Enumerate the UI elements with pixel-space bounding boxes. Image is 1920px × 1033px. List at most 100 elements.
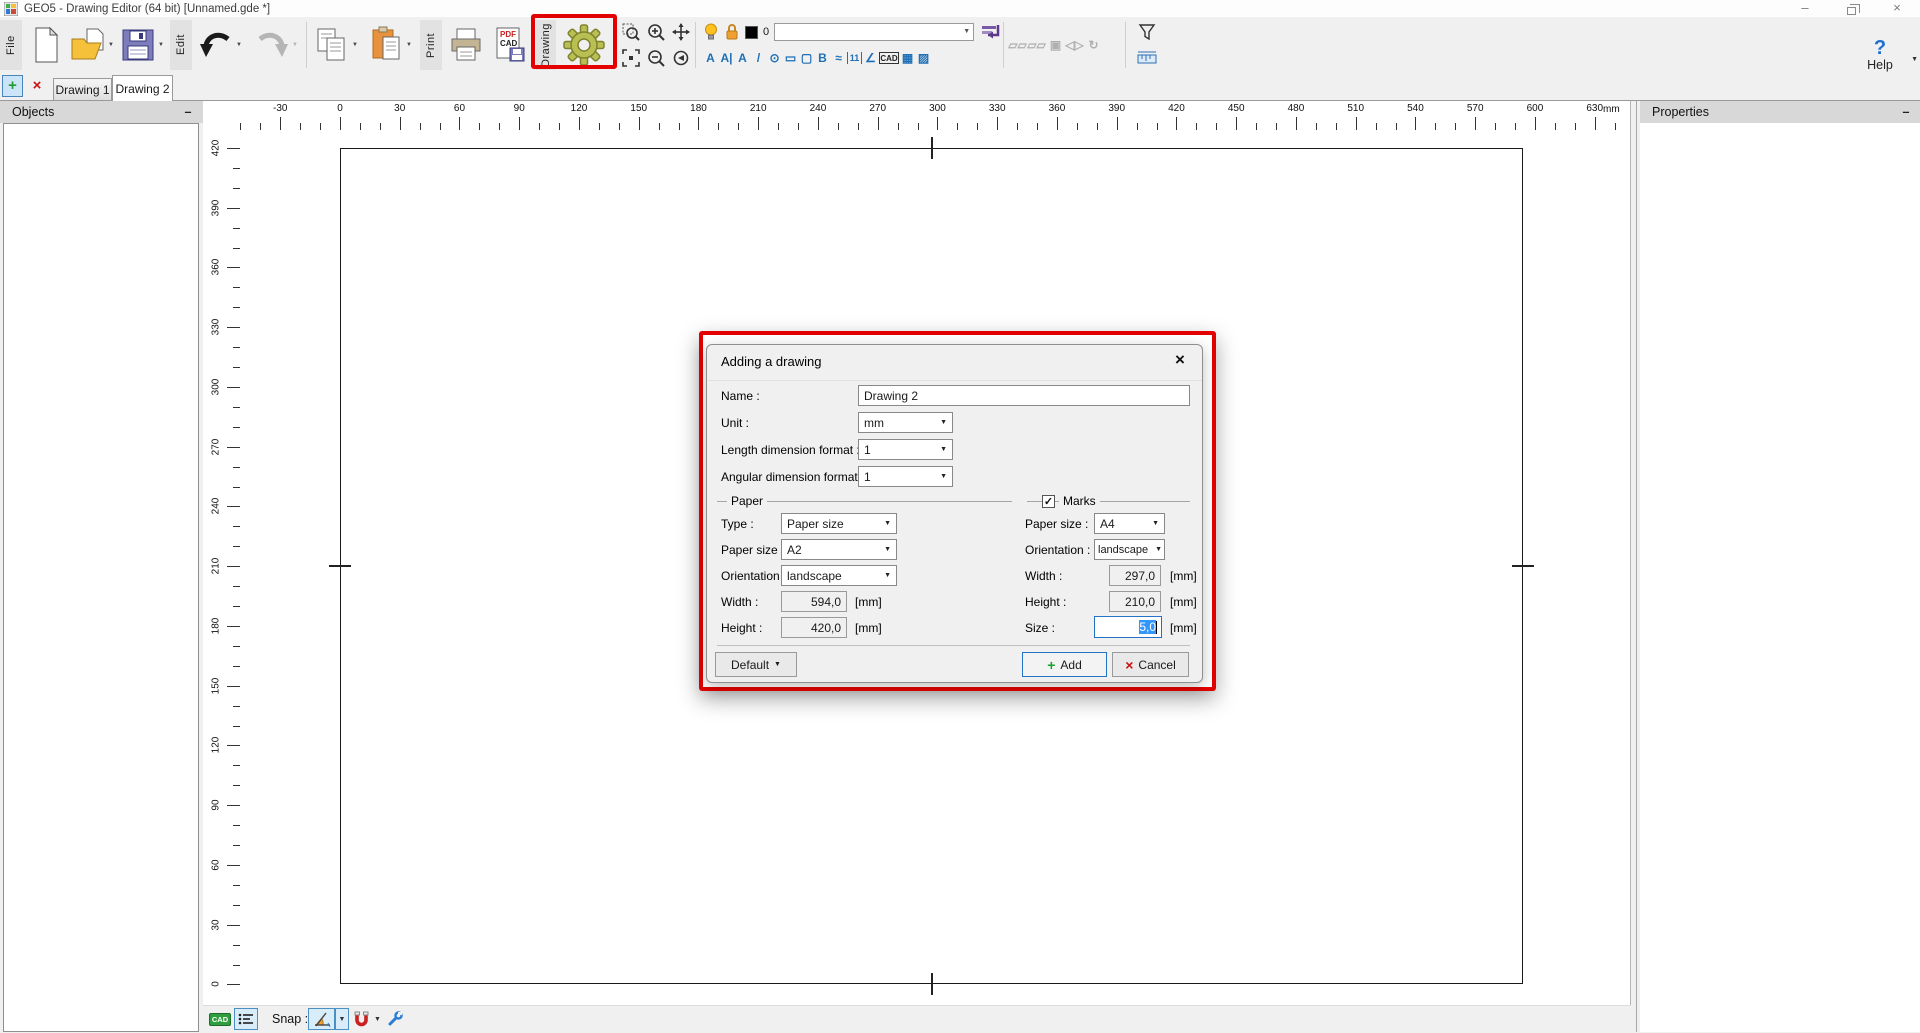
copy-dropdown-arrow[interactable]: ▼ bbox=[352, 42, 358, 48]
vruler-tick bbox=[233, 646, 240, 647]
length-format-select[interactable]: 1 ▼ bbox=[858, 439, 953, 460]
file-menu-button[interactable]: File bbox=[0, 20, 22, 70]
zoom-fit-icon[interactable] bbox=[620, 47, 642, 69]
hruler-tick bbox=[798, 123, 799, 130]
hruler-tick bbox=[1017, 123, 1018, 130]
spline-tool-icon[interactable]: B bbox=[815, 47, 830, 69]
text-style-tool-icon[interactable]: A bbox=[735, 47, 750, 69]
objects-panel-minimize-button[interactable]: – bbox=[180, 101, 196, 123]
save-dropdown-arrow[interactable]: ▼ bbox=[158, 42, 164, 48]
properties-panel-minimize-button[interactable]: – bbox=[1898, 101, 1914, 123]
zoom-out-icon[interactable] bbox=[645, 47, 667, 69]
close-button[interactable]: × bbox=[1882, 0, 1912, 17]
marks-size-input[interactable]: 5,0 bbox=[1094, 616, 1162, 638]
new-file-button[interactable] bbox=[26, 22, 66, 68]
cad-import-icon[interactable]: CAD bbox=[879, 52, 899, 64]
hruler-tick bbox=[778, 123, 779, 130]
close-drawing-tab-button[interactable]: × bbox=[28, 76, 46, 96]
angular-format-select[interactable]: 1 ▼ bbox=[858, 466, 953, 487]
zoom-previous-icon[interactable] bbox=[670, 47, 692, 69]
vruler-tick bbox=[233, 347, 240, 348]
unit-select[interactable]: mm ▼ bbox=[858, 412, 953, 433]
marks-width-field: 297,0 bbox=[1109, 565, 1161, 586]
hruler-tick bbox=[1176, 117, 1177, 130]
paste-button[interactable] bbox=[366, 22, 406, 68]
line-tool-icon[interactable]: / bbox=[751, 47, 766, 69]
undo-dropdown-arrow[interactable]: ▼ bbox=[236, 42, 242, 48]
marks-orientation-select[interactable]: landscape ▼ bbox=[1094, 539, 1165, 560]
visibility-bulb-icon[interactable] bbox=[703, 21, 719, 43]
add-button[interactable]: + Add bbox=[1022, 652, 1107, 677]
pen-style-dropdown-arrow[interactable]: ▼ bbox=[963, 28, 970, 35]
hruler-tick bbox=[1356, 117, 1357, 130]
dialog-close-icon[interactable]: × bbox=[1175, 350, 1185, 370]
settings-wrench-button[interactable] bbox=[387, 1011, 403, 1032]
pan-icon[interactable] bbox=[670, 21, 692, 43]
paper-orientation-select[interactable]: landscape ▼ bbox=[781, 565, 897, 586]
hruler-tick bbox=[1097, 123, 1098, 130]
multiline-tool-icon[interactable]: ≈ bbox=[831, 47, 846, 69]
vruler-tick bbox=[227, 327, 240, 328]
polygon-tool-icon[interactable]: ▢ bbox=[799, 47, 814, 69]
edit-menu-button[interactable]: Edit bbox=[170, 20, 192, 70]
text-tool-icon[interactable]: A bbox=[703, 47, 718, 69]
tab-drawing-1[interactable]: Drawing 1 bbox=[53, 78, 112, 100]
objects-list[interactable] bbox=[3, 123, 199, 1032]
zoom-window-icon[interactable] bbox=[620, 21, 642, 43]
marks-paper-size-select[interactable]: A4 ▼ bbox=[1094, 513, 1165, 534]
print-menu-button[interactable]: Print bbox=[420, 20, 442, 70]
paper-size-select[interactable]: A2 ▼ bbox=[781, 539, 897, 560]
snap-mode-dropdown[interactable]: ▼ bbox=[335, 1008, 349, 1030]
angle-dimension-tool-icon[interactable]: ∠ bbox=[863, 47, 878, 69]
marks-checkbox[interactable]: ✓ bbox=[1042, 495, 1055, 508]
zoom-in-icon[interactable] bbox=[645, 21, 667, 43]
length-format-dropdown-arrow: ▼ bbox=[940, 446, 947, 453]
dimension-tool-icon[interactable]: 11 bbox=[847, 52, 862, 64]
add-drawing-tab-button[interactable]: + bbox=[2, 75, 23, 97]
tab-drawing-2[interactable]: Drawing 2 bbox=[112, 75, 173, 101]
hruler-tick bbox=[1077, 123, 1078, 130]
print-button[interactable] bbox=[446, 22, 486, 68]
minimize-button[interactable]: – bbox=[1790, 0, 1820, 17]
vruler-label: 330 bbox=[211, 319, 222, 336]
hruler-tick bbox=[1316, 123, 1317, 130]
properties-panel-title: Properties bbox=[1652, 105, 1709, 119]
zoom-tools-row-1 bbox=[620, 20, 692, 44]
export-pdf-cad-button[interactable]: PDF CAD bbox=[490, 22, 530, 68]
text-edit-tool-icon[interactable]: A| bbox=[719, 47, 734, 69]
paper-type-select[interactable]: Paper size ▼ bbox=[781, 513, 897, 534]
open-dropdown-arrow[interactable]: ▼ bbox=[108, 42, 114, 48]
circle-tool-icon[interactable]: ⊙ bbox=[767, 47, 782, 69]
magnet-dropdown-arrow[interactable]: ▼ bbox=[374, 1016, 381, 1023]
rectangle-tool-icon[interactable]: ▭ bbox=[783, 47, 798, 69]
copy-button[interactable] bbox=[312, 22, 352, 68]
hruler-tick bbox=[300, 123, 301, 130]
cad-status-badge[interactable]: CAD bbox=[209, 1013, 231, 1026]
status-bar: CAD Snap : ▼ ▼ bbox=[203, 1005, 1631, 1032]
filter-funnel-icon[interactable] bbox=[1136, 21, 1158, 43]
cancel-button[interactable]: × Cancel bbox=[1112, 652, 1189, 677]
hruler-label: 630 bbox=[1586, 103, 1603, 114]
measure-ruler-icon[interactable] bbox=[1136, 47, 1158, 69]
table-tool-icon[interactable]: ▦ bbox=[900, 47, 915, 69]
image-tool-icon[interactable]: ▨ bbox=[916, 47, 931, 69]
name-input[interactable]: Drawing 2 bbox=[858, 385, 1190, 406]
layer-list-button[interactable] bbox=[234, 1008, 258, 1030]
lock-icon[interactable] bbox=[724, 21, 740, 43]
help-dropdown-arrow[interactable]: ▼ bbox=[1911, 56, 1918, 63]
open-file-button[interactable] bbox=[68, 22, 108, 68]
magnet-button[interactable] bbox=[353, 1011, 370, 1033]
pen-style-combobox[interactable]: ▼ bbox=[774, 23, 974, 41]
hruler-tick bbox=[937, 117, 938, 130]
paste-dropdown-arrow[interactable]: ▼ bbox=[406, 42, 412, 48]
save-file-button[interactable] bbox=[118, 22, 158, 68]
snap-mode-button[interactable] bbox=[308, 1008, 335, 1030]
default-button[interactable]: Default ▼ bbox=[715, 652, 797, 677]
default-dropdown-arrow: ▼ bbox=[774, 661, 781, 668]
restore-button[interactable] bbox=[1836, 0, 1866, 17]
undo-button[interactable] bbox=[196, 22, 236, 68]
vruler-tick bbox=[227, 447, 240, 448]
help-button[interactable]: ? Help ▼ bbox=[1850, 38, 1910, 72]
pen-color-swatch[interactable] bbox=[745, 26, 758, 39]
layers-icon[interactable] bbox=[979, 21, 1001, 43]
